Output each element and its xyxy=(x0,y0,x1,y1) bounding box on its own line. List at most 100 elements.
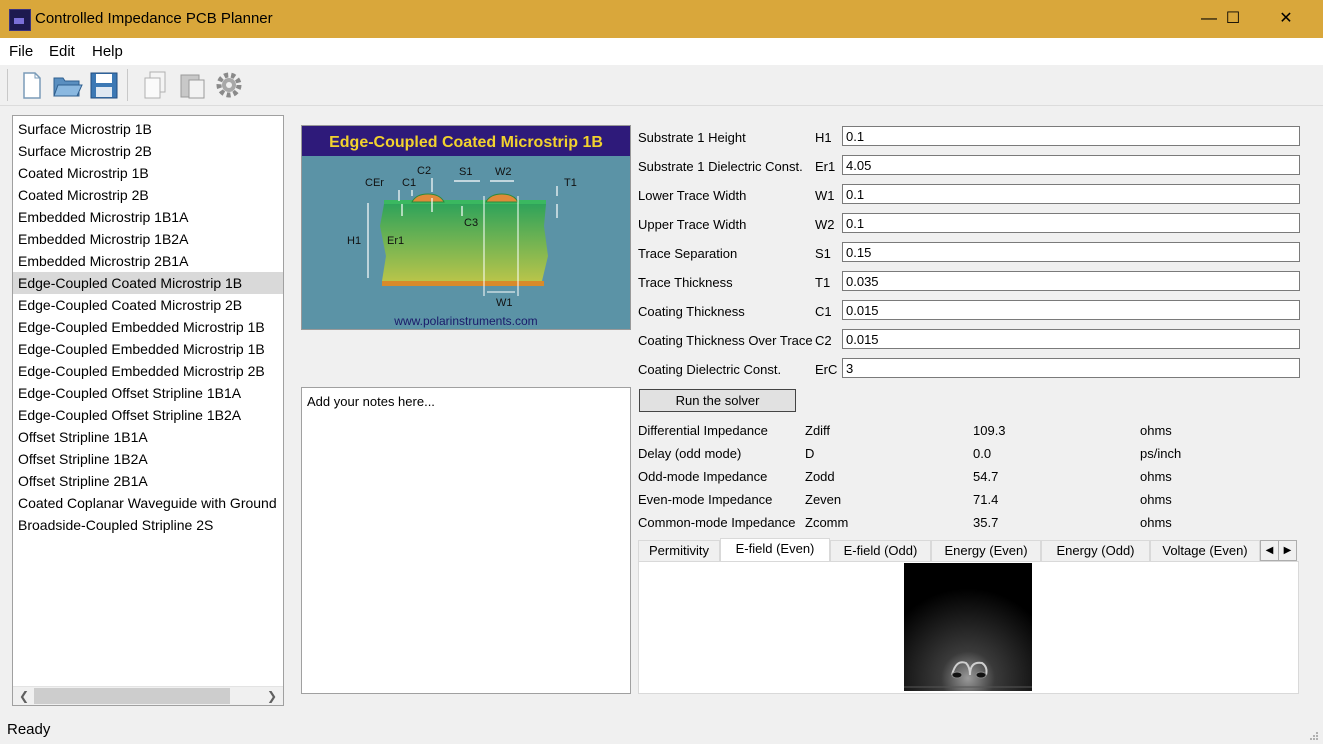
diagram-website: www.polarinstruments.com xyxy=(393,314,537,328)
result-label: Delay (odd mode) xyxy=(638,446,742,461)
label-w1: W1 xyxy=(496,297,513,309)
parameter-row: Trace Separation S1 xyxy=(638,242,1300,264)
settings-gear-icon[interactable] xyxy=(213,69,245,101)
result-unit: ohms xyxy=(1140,492,1172,507)
structure-list-item[interactable]: Embedded Microstrip 2B1A xyxy=(13,250,283,272)
parameter-row: Trace Thickness T1 xyxy=(638,271,1300,293)
scroll-left-icon[interactable]: ❮ xyxy=(15,687,33,705)
scroll-right-icon[interactable]: ❯ xyxy=(263,687,281,705)
tab-voltage-even[interactable]: Voltage (Even) xyxy=(1150,540,1260,561)
result-unit: ohms xyxy=(1140,423,1172,438)
structure-list-item[interactable]: Offset Stripline 1B1A xyxy=(13,426,283,448)
menu-help[interactable]: Help xyxy=(92,43,123,60)
horizontal-scrollbar[interactable]: ❮ ❯ xyxy=(13,686,283,705)
label-h1: H1 xyxy=(347,235,361,247)
parameter-input[interactable] xyxy=(842,358,1300,378)
label-s1: S1 xyxy=(459,166,472,178)
parameter-symbol: H1 xyxy=(815,130,832,145)
parameter-label: Coating Thickness xyxy=(638,304,745,319)
parameter-input[interactable] xyxy=(842,300,1300,320)
parameter-row: Coating Dielectric Const. ErC xyxy=(638,358,1300,380)
label-c1: C1 xyxy=(402,177,416,189)
structure-list-item[interactable]: Edge-Coupled Offset Stripline 1B1A xyxy=(13,382,283,404)
parameter-input[interactable] xyxy=(842,242,1300,262)
structure-list-item[interactable]: Edge-Coupled Embedded Microstrip 2B xyxy=(13,360,283,382)
structure-list[interactable]: Surface Microstrip 1B Surface Microstrip … xyxy=(12,115,284,706)
parameter-row: Lower Trace Width W1 xyxy=(638,184,1300,206)
parameter-row: Substrate 1 Height H1 xyxy=(638,126,1300,148)
toolbar xyxy=(0,65,1323,106)
structure-list-item[interactable]: Edge-Coupled Embedded Microstrip 1B xyxy=(13,338,283,360)
parameter-input[interactable] xyxy=(842,155,1300,175)
structure-list-item[interactable]: Offset Stripline 1B2A xyxy=(13,448,283,470)
structure-list-item[interactable]: Coated Microstrip 2B xyxy=(13,184,283,206)
result-symbol: Zeven xyxy=(805,492,842,507)
label-w2: W2 xyxy=(495,166,512,178)
structure-list-item[interactable]: Broadside-Coupled Stripline 2S xyxy=(13,514,283,536)
label-t1: T1 xyxy=(564,177,577,189)
substrate-shape xyxy=(380,204,548,281)
structure-list-item[interactable]: Surface Microstrip 2B xyxy=(13,140,283,162)
title-bar: Controlled Impedance PCB Planner — ☐ ✕ xyxy=(0,0,1323,38)
parameter-symbol: W1 xyxy=(815,188,835,203)
structure-list-item[interactable]: Edge-Coupled Coated Microstrip 2B xyxy=(13,294,283,316)
tab-energy-even[interactable]: Energy (Even) xyxy=(931,540,1041,561)
structure-list-item[interactable]: Coated Coplanar Waveguide with Ground xyxy=(13,492,283,514)
result-label: Common-mode Impedance xyxy=(638,515,796,530)
tab-energy-odd[interactable]: Energy (Odd) xyxy=(1041,540,1150,561)
parameter-label: Trace Separation xyxy=(638,246,738,261)
parameter-row: Upper Trace Width W2 xyxy=(638,213,1300,235)
open-folder-icon[interactable] xyxy=(51,69,83,101)
parameter-row: Coating Thickness Over Trace C2 xyxy=(638,329,1300,351)
tab-scroll-right-icon[interactable]: ▶ xyxy=(1278,540,1297,561)
result-row: Odd-mode Impedance Zodd 54.7 ohms xyxy=(638,469,1300,489)
result-value: 54.7 xyxy=(973,469,999,484)
structure-list-item[interactable]: Edge-Coupled Embedded Microstrip 1B xyxy=(13,316,283,338)
ground-plane xyxy=(382,281,544,286)
tab-e-field-odd[interactable]: E-field (Odd) xyxy=(830,540,931,561)
parameter-label: Substrate 1 Dielectric Const. xyxy=(638,159,803,174)
result-row: Delay (odd mode) D 0.0 ps/inch xyxy=(638,446,1300,466)
structure-list-item[interactable]: Embedded Microstrip 1B1A xyxy=(13,206,283,228)
save-icon[interactable] xyxy=(88,69,120,101)
parameter-label: Coating Thickness Over Trace xyxy=(638,333,813,348)
structure-list-item[interactable]: Surface Microstrip 1B xyxy=(13,118,283,140)
window-title: Controlled Impedance PCB Planner xyxy=(35,10,273,27)
tab-scroll-left-icon[interactable]: ◀ xyxy=(1260,540,1279,561)
parameter-input[interactable] xyxy=(842,126,1300,146)
parameter-input[interactable] xyxy=(842,184,1300,204)
structure-list-item[interactable]: Embedded Microstrip 1B2A xyxy=(13,228,283,250)
label-cer: CEr xyxy=(365,177,384,189)
parameter-label: Coating Dielectric Const. xyxy=(638,362,782,377)
run-solver-button[interactable]: Run the solver xyxy=(639,389,796,412)
paste-icon[interactable] xyxy=(177,69,209,101)
structure-list-item[interactable]: Edge-Coupled Coated Microstrip 1B xyxy=(13,272,283,294)
notes-textarea[interactable]: Add your notes here... xyxy=(301,387,631,694)
scrollbar-thumb[interactable] xyxy=(34,688,230,704)
parameter-input[interactable] xyxy=(842,271,1300,291)
parameter-symbol: C1 xyxy=(815,304,832,319)
structure-list-item[interactable]: Edge-Coupled Offset Stripline 1B2A xyxy=(13,404,283,426)
resize-grip-icon[interactable] xyxy=(1309,729,1319,740)
menu-edit[interactable]: Edit xyxy=(49,43,75,60)
app-icon xyxy=(9,9,31,31)
new-file-icon[interactable] xyxy=(15,69,47,101)
result-value: 71.4 xyxy=(973,492,999,507)
structure-list-item[interactable]: Coated Microstrip 1B xyxy=(13,162,283,184)
menu-file[interactable]: File xyxy=(9,43,33,60)
result-unit: ohms xyxy=(1140,515,1172,530)
parameter-input[interactable] xyxy=(842,213,1300,233)
tab-e-field-even[interactable]: E-field (Even) xyxy=(720,538,830,562)
notes-placeholder: Add your notes here... xyxy=(307,394,435,409)
result-label: Odd-mode Impedance xyxy=(638,469,768,484)
parameter-symbol: W2 xyxy=(815,217,835,232)
result-label: Differential Impedance xyxy=(638,423,768,438)
structure-list-item[interactable]: Offset Stripline 2B1A xyxy=(13,470,283,492)
structure-list-items: Surface Microstrip 1B Surface Microstrip … xyxy=(13,116,283,536)
copy-icon[interactable] xyxy=(140,69,172,101)
parameter-label: Trace Thickness xyxy=(638,275,733,290)
maximize-button[interactable]: ☐ xyxy=(1210,0,1256,38)
parameter-input[interactable] xyxy=(842,329,1300,349)
close-button[interactable]: ✕ xyxy=(1263,0,1309,38)
tab-permitivity[interactable]: Permitivity xyxy=(638,540,720,561)
